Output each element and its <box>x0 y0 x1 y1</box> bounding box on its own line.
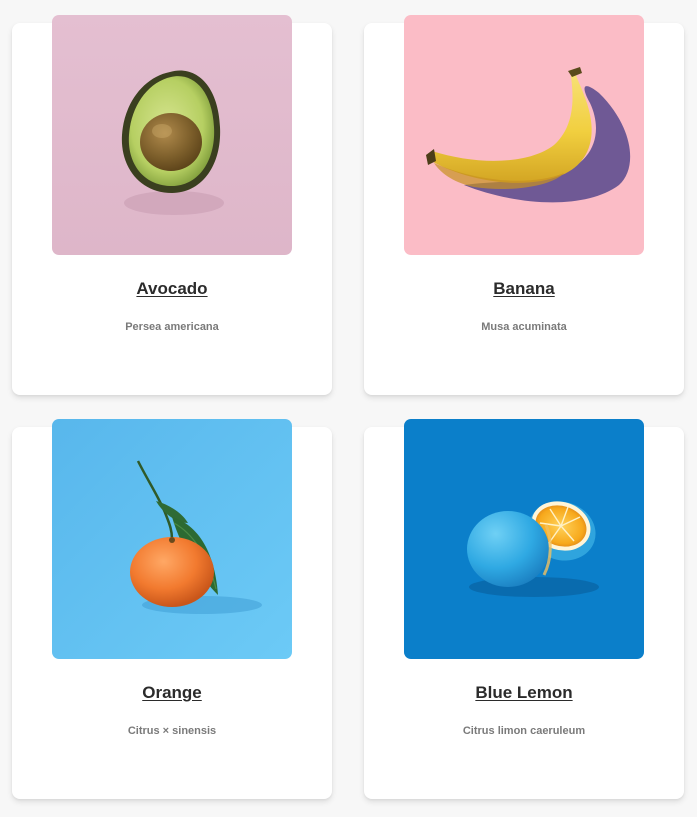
avocado-photo[interactable] <box>52 15 292 255</box>
fruit-name[interactable]: Banana <box>364 279 684 299</box>
fruit-card-blue-lemon: Blue Lemon Citrus limon caeruleum <box>364 419 684 799</box>
fruit-card-banana: Banana Musa acuminata <box>364 15 684 395</box>
fruit-scientific-name: Citrus × sinensis <box>127 725 217 737</box>
fruit-scientific-name: Musa acuminata <box>481 321 567 333</box>
fruit-scientific-name: Persea americana <box>125 321 219 333</box>
fruit-name[interactable]: Blue Lemon <box>364 683 684 703</box>
fruit-name[interactable]: Avocado <box>12 279 332 299</box>
orange-photo[interactable] <box>52 419 292 659</box>
banana-photo[interactable] <box>404 15 644 255</box>
blue-lemon-photo[interactable] <box>404 419 644 659</box>
fruit-name[interactable]: Orange <box>12 683 332 703</box>
fruit-card-avocado: Avocado Persea americana <box>12 15 332 395</box>
fruit-card-orange: Orange Citrus × sinensis <box>12 419 332 799</box>
fruit-scientific-name: Citrus limon caeruleum <box>462 725 586 737</box>
